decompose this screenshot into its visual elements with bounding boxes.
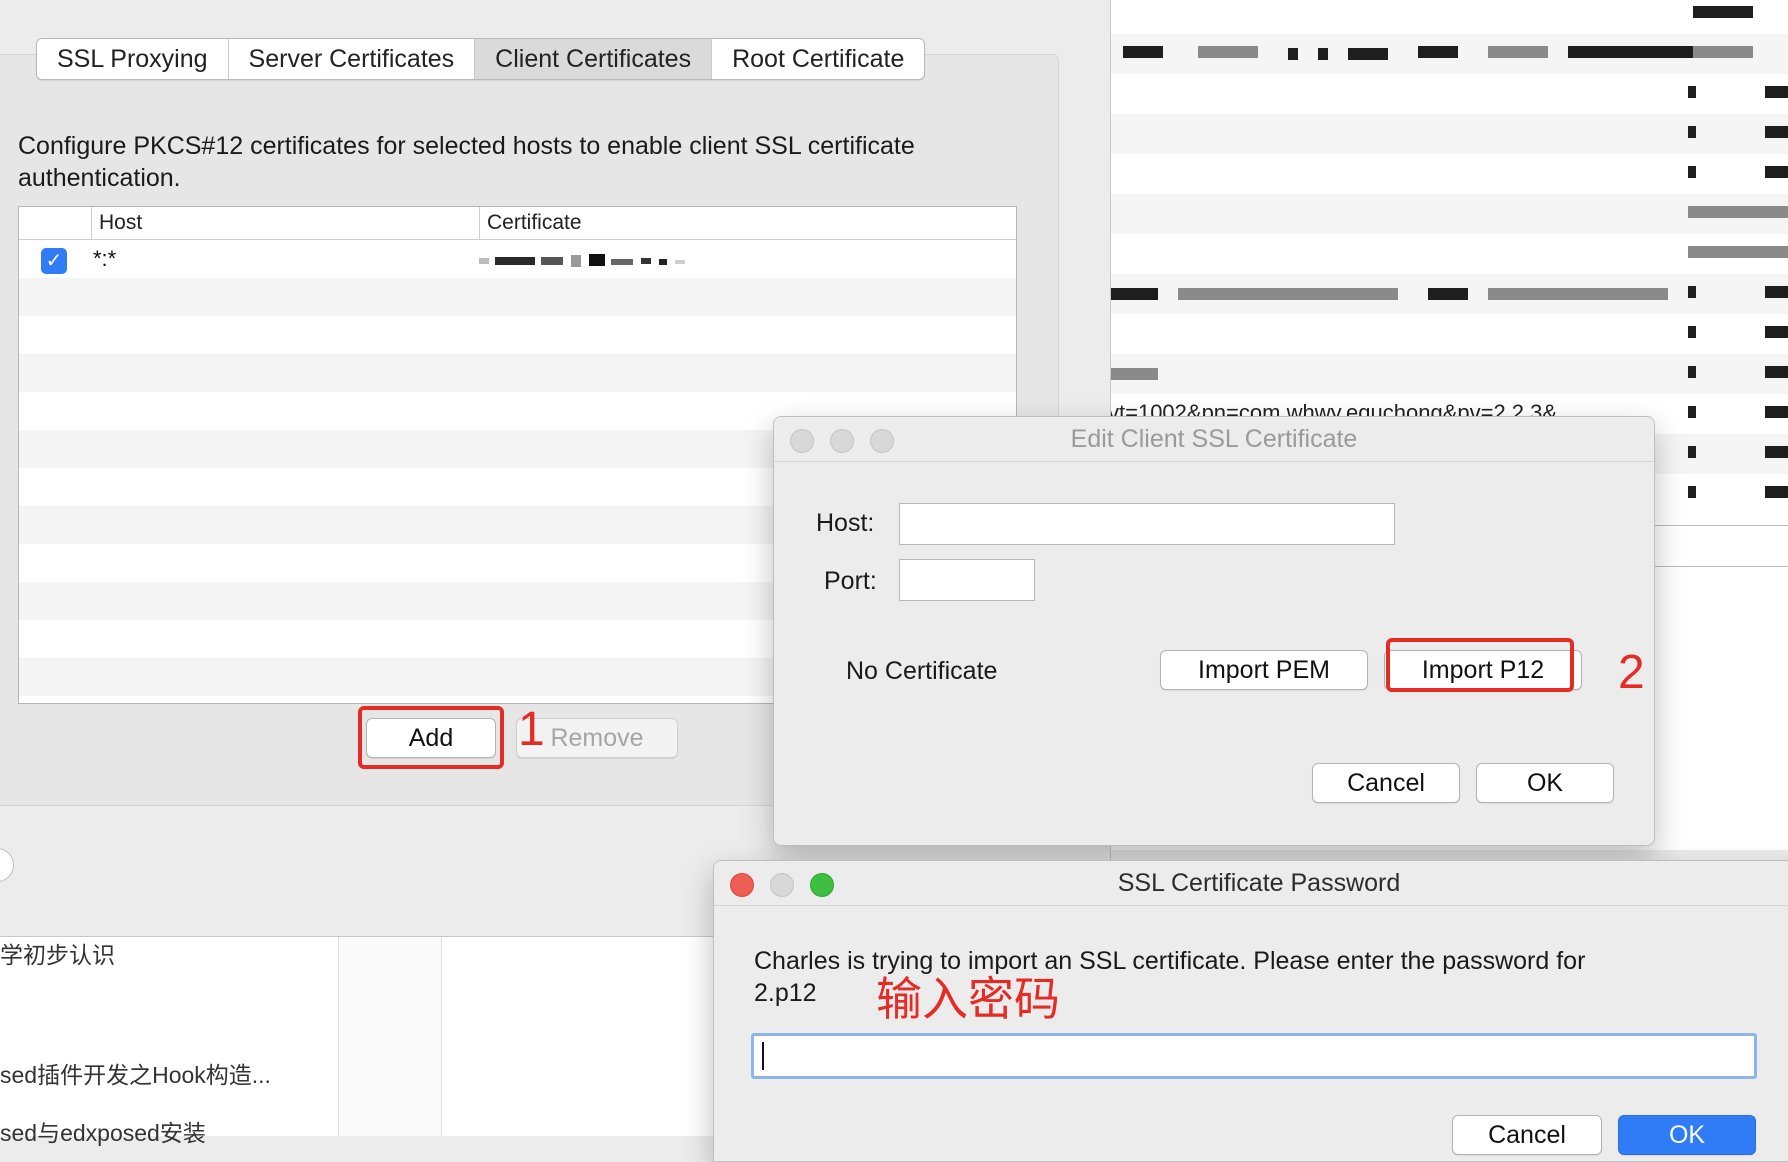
tab-client-certificates[interactable]: Client Certificates <box>475 39 713 79</box>
background-column <box>338 936 442 1136</box>
blog-item: sed插件开发之Hook构造... <box>0 1062 271 1088</box>
column-header-certificate[interactable]: Certificate <box>479 207 1007 239</box>
list-item <box>1108 74 1788 114</box>
list-item <box>1108 154 1788 194</box>
description-text: Configure PKCS#12 certificates for selec… <box>18 132 915 192</box>
ok-button[interactable]: OK <box>1476 763 1614 803</box>
list-item <box>1108 194 1788 234</box>
blog-item: 学初步认识 <box>0 942 115 968</box>
list-item <box>1108 314 1788 354</box>
table-row[interactable]: ✓ *:* <box>19 240 1016 278</box>
zoom-icon[interactable] <box>810 873 834 897</box>
certificate-status: No Certificate <box>846 657 998 685</box>
blog-item: sed与edxposed安装 <box>0 1120 206 1146</box>
text-caret <box>762 1042 764 1070</box>
partial-circle-control[interactable] <box>0 848 14 882</box>
password-field[interactable] <box>751 1033 1757 1079</box>
host-field[interactable] <box>899 503 1395 545</box>
close-icon[interactable] <box>790 429 814 453</box>
list-item <box>1108 114 1788 154</box>
checkmark-icon[interactable]: ✓ <box>41 248 67 274</box>
zoom-icon[interactable] <box>870 429 894 453</box>
list-item <box>1108 234 1788 274</box>
tab-root-certificate[interactable]: Root Certificate <box>712 39 924 79</box>
port-field[interactable] <box>899 559 1035 601</box>
background-blog-sidebar: 学初步认识 sed插件开发之Hook构造... sed与edxposed安装 <box>0 936 740 1146</box>
edit-client-ssl-dialog: Edit Client SSL Certificate Host: Port: … <box>773 416 1655 846</box>
password-cancel-button[interactable]: Cancel <box>1452 1115 1602 1155</box>
table-header: Host Certificate <box>19 207 1016 240</box>
password-ok-button[interactable]: OK <box>1618 1115 1756 1155</box>
host-cell: *:* <box>93 246 117 271</box>
settings-tabs: SSL Proxying Server Certificates Client … <box>36 38 926 80</box>
annotation-box-add <box>358 706 504 769</box>
annotation-step-1: 1 <box>518 703 545 756</box>
list-item <box>1108 274 1788 314</box>
background-footer <box>1653 525 1788 567</box>
list-item <box>1108 34 1788 74</box>
tab-ssl-proxying[interactable]: SSL Proxying <box>37 39 229 79</box>
list-item <box>1108 354 1788 394</box>
port-label: Port: <box>824 567 877 595</box>
password-dialog-title: SSL Certificate Password <box>714 861 1788 906</box>
import-pem-button[interactable]: Import PEM <box>1160 650 1368 690</box>
dialog-title: Edit Client SSL Certificate <box>774 417 1654 462</box>
blurred-certificate <box>479 254 685 267</box>
ssl-password-dialog: SSL Certificate Password Charles is tryi… <box>713 860 1788 1162</box>
cancel-button[interactable]: Cancel <box>1312 763 1460 803</box>
annotation-enter-password: 输入密码 <box>876 972 1060 1026</box>
annotation-step-2: 2 <box>1618 646 1645 699</box>
minimize-icon[interactable] <box>830 429 854 453</box>
tab-server-certificates[interactable]: Server Certificates <box>229 39 476 79</box>
annotation-box-import-p12 <box>1386 638 1574 692</box>
host-label: Host: <box>816 509 875 537</box>
close-icon[interactable] <box>730 873 754 897</box>
minimize-icon[interactable] <box>770 873 794 897</box>
column-header-host[interactable]: Host <box>91 207 489 239</box>
